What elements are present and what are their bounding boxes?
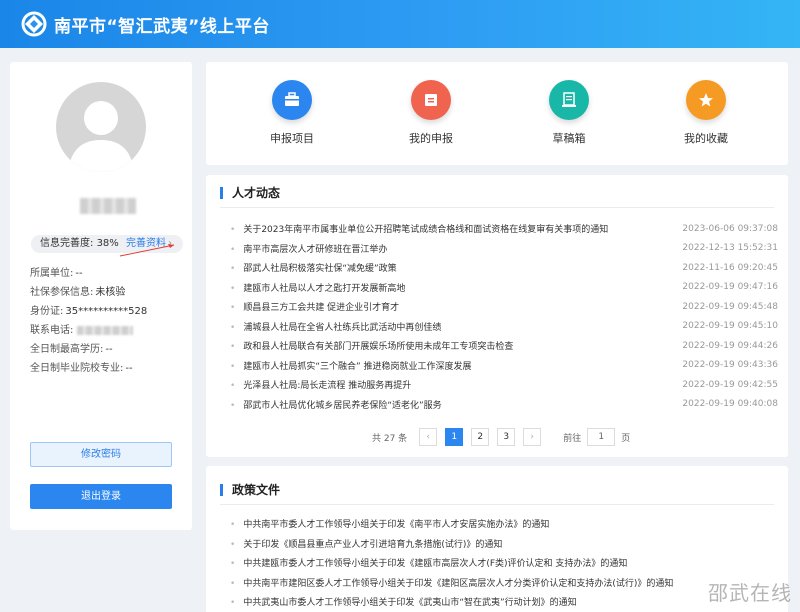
news-title[interactable]: 邵武人社局积极落实社保“减免缓”政策 xyxy=(230,261,396,274)
avatar[interactable] xyxy=(56,82,146,172)
list-item[interactable]: 中共武夷山市委人才工作领导小组关于印发《武夷山市“智在武夷”行动计划》的通知 xyxy=(230,594,778,612)
goto-page-input[interactable]: 1 xyxy=(587,428,616,446)
news-list: 关于2023年南平市属事业单位公开招聘笔试成绩合格线和面试资格在线复审有关事项的… xyxy=(230,219,778,414)
talent-news-card: 人才动态 关于2023年南平市属事业单位公开招聘笔试成绩合格线和面试资格在线复审… xyxy=(206,175,788,457)
info-row-education: 全日制最高学历: -- xyxy=(30,344,113,355)
divider xyxy=(220,207,774,208)
section-title-policy: 政策文件 xyxy=(220,484,280,496)
info-row-school-major: 全日制毕业院校专业: -- xyxy=(30,363,133,374)
list-item[interactable]: 政和县人社局联合有关部门开展娱乐场所使用未成年工专项突击检查 2022-09-19… xyxy=(230,336,778,356)
change-password-button[interactable]: 修改密码 xyxy=(30,442,172,467)
news-date: 2023-06-06 09:37:08 xyxy=(682,223,778,234)
list-item[interactable]: 中共南平市建阳区委人才工作领导小组关于印发《建阳区高层次人才分类评价认定和支持办… xyxy=(230,575,778,595)
news-title[interactable]: 浦城县人社局在全省人社练兵比武活动中再创佳绩 xyxy=(230,320,441,333)
goto-label: 前往 xyxy=(563,433,582,444)
list-item[interactable]: 建瓯市人社局抓实“三个融合” 推进稳岗就业工作深度发展 2022-09-19 09… xyxy=(230,356,778,376)
policy-list: 中共南平市委人才工作领导小组关于印发《南平市人才安居实施办法》的通知 关于印发《… xyxy=(230,516,778,612)
quick-action-my-applications[interactable]: 我的申报 xyxy=(386,80,476,146)
platform-logo-icon xyxy=(21,11,47,37)
page-unit-label: 页 xyxy=(621,433,631,444)
news-title[interactable]: 建瓯市人社局以人才之匙打开发展新高地 xyxy=(230,281,405,294)
logout-button[interactable]: 退出登录 xyxy=(30,484,172,509)
news-date: 2022-09-19 09:45:48 xyxy=(682,301,778,312)
news-title[interactable]: 顺昌县三方工会共建 促进企业引才育才 xyxy=(230,300,399,313)
quick-action-label: 申报项目 xyxy=(270,132,314,145)
quick-actions-card: 申报项目 我的申报 草稿箱 我的收藏 xyxy=(206,62,788,165)
watermark: 邵武在线 xyxy=(708,581,792,605)
policy-documents-card: 政策文件 中共南平市委人才工作领导小组关于印发《南平市人才安居实施办法》的通知 … xyxy=(206,466,788,612)
red-arrow-annotation xyxy=(119,244,175,257)
quick-action-label: 我的申报 xyxy=(409,132,453,145)
list-item[interactable]: 顺昌县三方工会共建 促进企业引才育才 2022-09-19 09:45:48 xyxy=(230,297,778,317)
profile-card: 信息完善度: 38% 完善资料 › 所属单位: -- 社保参保信息: 未核验 身份证:… xyxy=(10,62,192,530)
list-item[interactable]: 浦城县人社局在全省人社练兵比武活动中再创佳绩 2022-09-19 09:45:1… xyxy=(230,317,778,337)
quick-action-label: 我的收藏 xyxy=(684,132,728,145)
list-item[interactable]: 邵武人社局积极落实社保“减免缓”政策 2022-11-16 09:20:45 xyxy=(230,258,778,278)
page-button-2[interactable]: 2 xyxy=(471,428,490,446)
page-button-1[interactable]: 1 xyxy=(445,428,464,446)
list-item[interactable]: 光泽县人社局:局长走流程 推动服务再提升 2022-09-19 09:42:55 xyxy=(230,375,778,395)
username-redacted xyxy=(80,198,136,214)
quick-action-drafts[interactable]: 草稿箱 xyxy=(524,80,614,146)
pagination-total: 共 27 条 xyxy=(372,433,408,444)
document-icon xyxy=(549,80,589,120)
news-date: 2022-09-19 09:45:10 xyxy=(682,321,778,332)
news-title[interactable]: 邵武市人社局优化城乡居民养老保险“适老化”服务 xyxy=(230,398,441,411)
prev-page-icon[interactable]: ‹ xyxy=(419,428,438,446)
quick-action-favorites[interactable]: 我的收藏 xyxy=(661,80,751,146)
page-button-3[interactable]: 3 xyxy=(497,428,516,446)
news-title[interactable]: 政和县人社局联合有关部门开展娱乐场所使用未成年工专项突击检查 xyxy=(230,339,513,352)
list-item[interactable]: 中共建瓯市委人才工作领导小组关于印发《建瓯市高层次人才(F类)评价认定和 支持办… xyxy=(230,555,778,575)
info-row-unit: 所属单位: -- xyxy=(30,268,83,279)
news-title[interactable]: 南平市高层次人才研修班在晋江举办 xyxy=(230,242,387,255)
list-item[interactable]: 中共南平市委人才工作领导小组关于印发《南平市人才安居实施办法》的通知 xyxy=(230,516,778,536)
phone-redacted xyxy=(77,325,134,335)
list-item[interactable]: 关于印发《顺昌县重点产业人才引进培育九条措施(试行)》的通知 xyxy=(230,536,778,556)
list-item[interactable]: 建瓯市人社局以人才之匙打开发展新高地 2022-09-19 09:47:16 xyxy=(230,278,778,298)
user-silhouette-icon xyxy=(68,101,134,172)
section-title-talent-news: 人才动态 xyxy=(220,187,280,199)
quick-action-apply-project[interactable]: 申报项目 xyxy=(247,80,337,146)
info-row-id-card: 身份证: 35**********528 xyxy=(30,306,148,317)
info-row-social-insurance: 社保参保信息: 未核验 xyxy=(30,287,126,298)
page-title: 南平市“智汇武夷”线上平台 xyxy=(54,16,270,37)
list-item[interactable]: 南平市高层次人才研修班在晋江举办 2022-12-13 15:52:31 xyxy=(230,239,778,259)
news-date: 2022-09-19 09:42:55 xyxy=(682,379,778,390)
top-header: 南平市“智汇武夷”线上平台 xyxy=(0,0,800,48)
news-date: 2022-09-19 09:44:26 xyxy=(682,340,778,351)
news-date: 2022-09-19 09:47:16 xyxy=(682,282,778,293)
list-item[interactable]: 邵武市人社局优化城乡居民养老保险“适老化”服务 2022-09-19 09:40:… xyxy=(230,395,778,415)
next-page-icon[interactable]: › xyxy=(523,428,542,446)
completion-label: 信息完善度: xyxy=(40,238,94,249)
news-date: 2022-09-19 09:40:08 xyxy=(682,399,778,410)
quick-action-label: 草稿箱 xyxy=(552,132,586,145)
divider xyxy=(220,504,774,505)
pagination: 共 27 条 ‹ 1 2 3 › 前往 1 页 xyxy=(372,428,630,446)
completion-value: 38% xyxy=(96,238,119,249)
list-item[interactable]: 关于2023年南平市属事业单位公开招聘笔试成绩合格线和面试资格在线复审有关事项的… xyxy=(230,219,778,239)
news-title[interactable]: 关于2023年南平市属事业单位公开招聘笔试成绩合格线和面试资格在线复审有关事项的… xyxy=(230,222,608,235)
info-row-phone: 联系电话: xyxy=(30,321,147,340)
star-icon xyxy=(686,80,726,120)
news-title[interactable]: 建瓯市人社局抓实“三个融合” 推进稳岗就业工作深度发展 xyxy=(230,359,471,372)
news-title[interactable]: 光泽县人社局:局长走流程 推动服务再提升 xyxy=(230,378,411,391)
profile-info-list: 所属单位: -- 社保参保信息: 未核验 身份证: 35**********528 联… xyxy=(30,264,147,378)
folder-icon xyxy=(411,80,451,120)
briefcase-icon xyxy=(272,80,312,120)
news-date: 2022-11-16 09:20:45 xyxy=(682,262,778,273)
news-date: 2022-12-13 15:52:31 xyxy=(682,243,778,254)
news-date: 2022-09-19 09:43:36 xyxy=(682,360,778,371)
